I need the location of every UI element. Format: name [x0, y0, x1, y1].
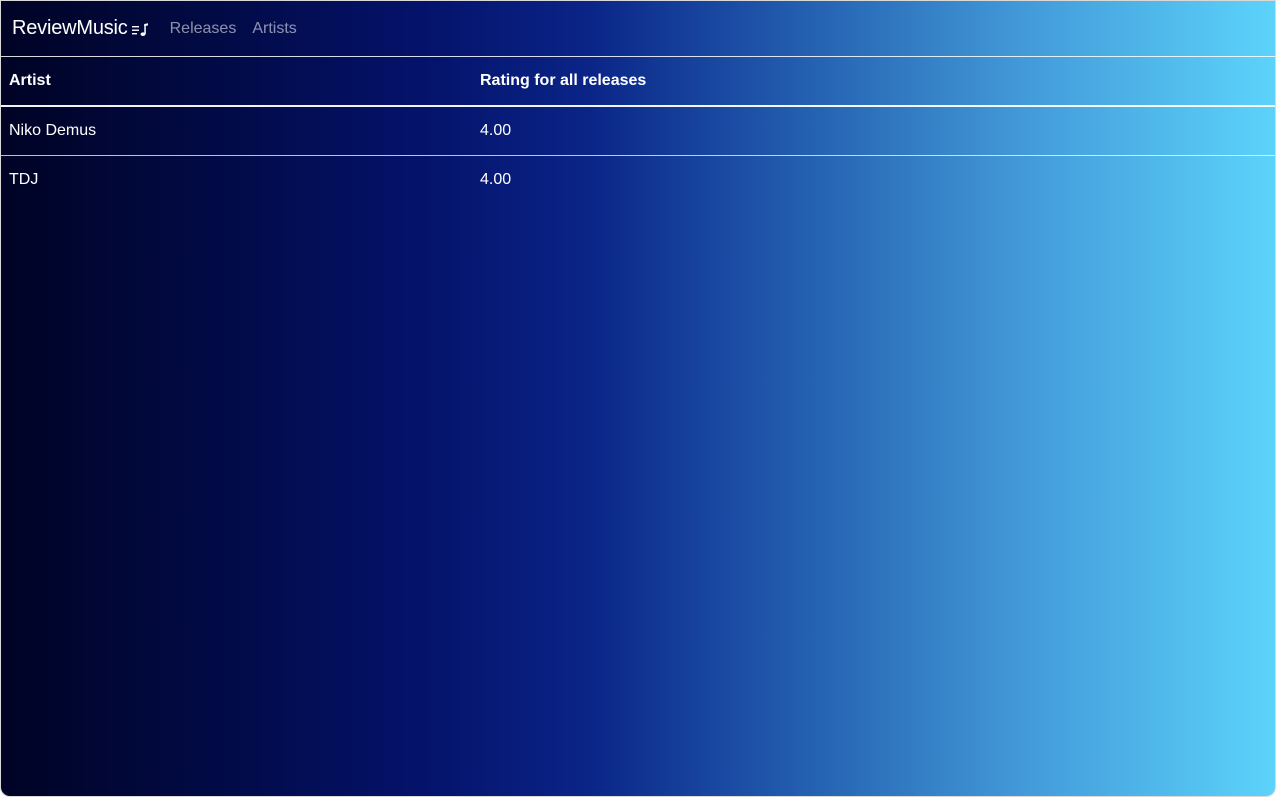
nav-link-artists[interactable]: Artists: [252, 20, 296, 38]
rating-cell: 4.00: [480, 171, 512, 188]
rating-cell: 4.00: [472, 106, 1275, 156]
navbar: ReviewMusic Releases Artists: [1, 1, 1275, 57]
artist-name-cell: TDJ: [9, 171, 39, 188]
artists-table: Artist Rating for all releases Niko Demu…: [1, 57, 1275, 204]
artist-name-cell: Niko Demus: [1, 106, 472, 156]
app-window: ReviewMusic Releases Artists Artist Rati…: [0, 0, 1276, 797]
brand-link[interactable]: ReviewMusic: [12, 17, 148, 40]
music-note-list-icon: [131, 22, 148, 37]
table-row: Niko Demus 4.00: [1, 106, 1275, 156]
column-header-artist: Artist: [1, 57, 472, 107]
column-header-rating: Rating for all releases: [472, 57, 1275, 107]
table-header-row: Artist Rating for all releases: [1, 57, 1275, 107]
nav-link-releases[interactable]: Releases: [170, 20, 237, 38]
brand-name: ReviewMusic: [12, 17, 128, 39]
table-row: TDJ 4.00: [1, 156, 1275, 205]
